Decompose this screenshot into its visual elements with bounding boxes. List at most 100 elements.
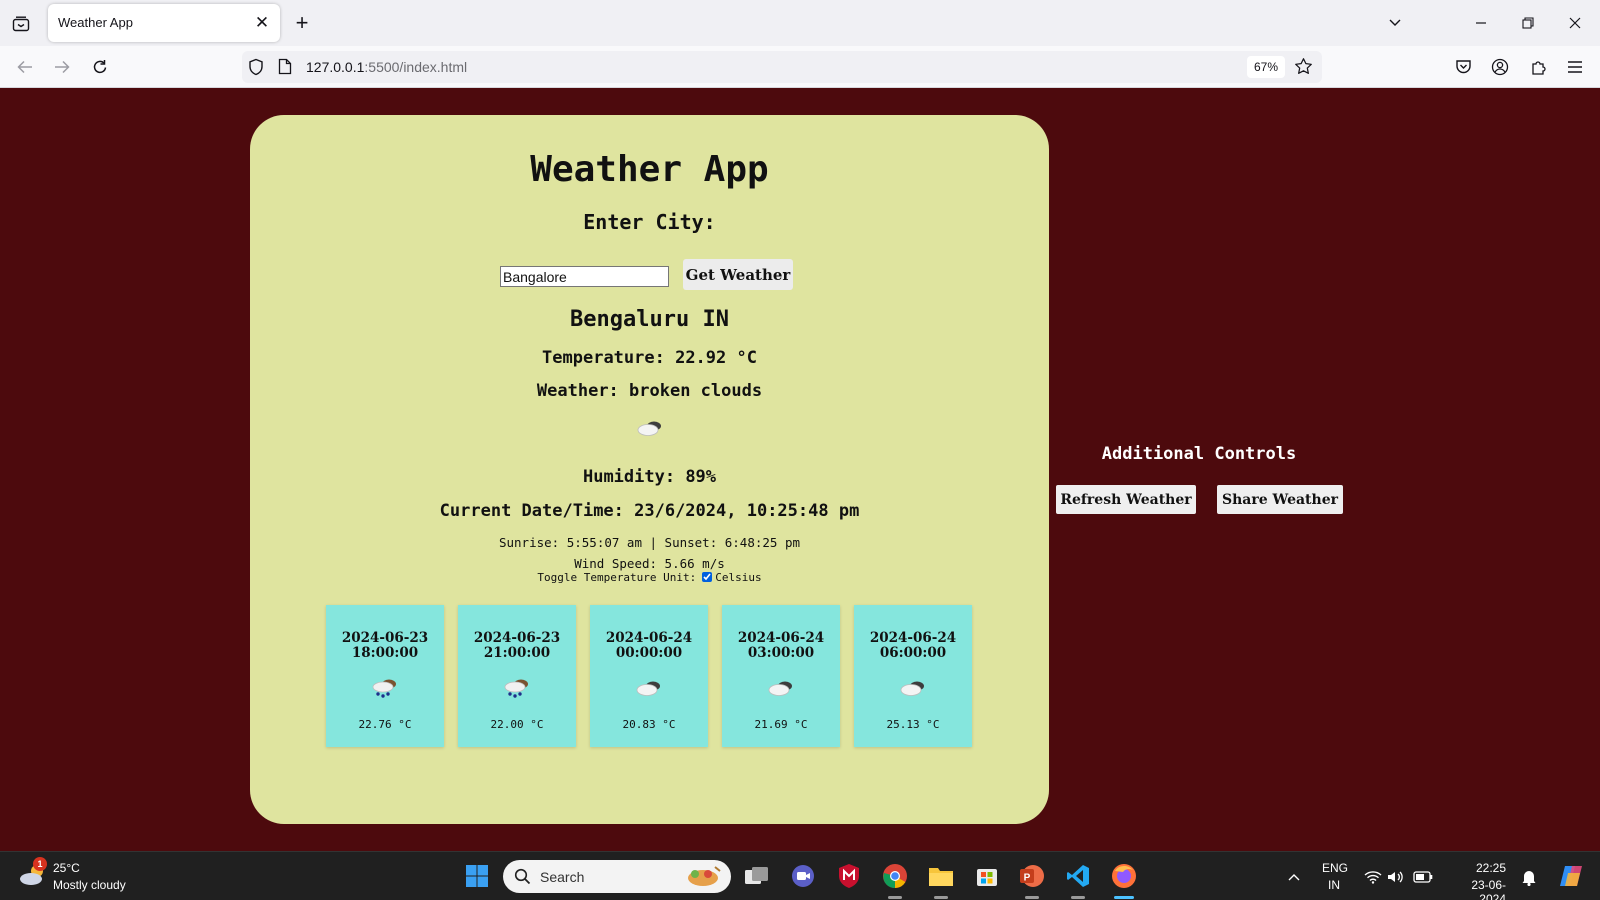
additional-controls-title: Additional Controls: [1101, 444, 1297, 464]
forecast-card: 2024-06-23 21:00:00 22.00 °C: [458, 605, 576, 747]
forecast-card: 2024-06-24 00:00:00 20.83 °C: [590, 605, 708, 747]
forecast-date: 2024-06-24: [737, 630, 825, 646]
forecast-time: 21:00:00: [483, 645, 551, 661]
volume-icon[interactable]: [1386, 867, 1406, 887]
search-icon: [514, 868, 531, 890]
tab-overflow-icon[interactable]: [1380, 8, 1410, 38]
notification-bell-icon[interactable]: [1519, 867, 1539, 887]
get-weather-button[interactable]: Get Weather: [683, 259, 793, 290]
forecast-card: 2024-06-24 03:00:00 21.69 °C: [722, 605, 840, 747]
weather-widget-condition[interactable]: Mostly cloudy: [53, 878, 126, 892]
forecast-list: 2024-06-23 18:00:00 22.76 °C 2024-06-23 21…: [326, 605, 976, 747]
enter-city-label: Enter City:: [583, 210, 716, 234]
humidity-text: Humidity: 89%: [582, 467, 717, 487]
reload-icon[interactable]: [86, 53, 114, 81]
chrome-running-indicator: [888, 896, 902, 899]
forecast-card: 2024-06-23 18:00:00 22.76 °C: [326, 605, 444, 747]
vscode-icon[interactable]: [1063, 861, 1093, 891]
chrome-icon[interactable]: [880, 861, 910, 891]
powerpoint-running-indicator: [1025, 896, 1039, 899]
search-placeholder: Search: [540, 869, 585, 885]
mcafee-icon[interactable]: [834, 861, 864, 891]
weather-alert-badge: 1: [33, 857, 47, 871]
browser-nav-bar: 127.0.0.1:5500/index.html 67%: [0, 46, 1600, 88]
forecast-datetime: 2024-06-23 21:00:00: [458, 631, 576, 661]
account-icon[interactable]: [1486, 53, 1514, 81]
unit-toggle-label: Toggle Temperature Unit:: [537, 571, 697, 584]
firefox-icon[interactable]: [1109, 861, 1139, 891]
forecast-temp: 22.00 °C: [490, 718, 544, 731]
wifi-icon[interactable]: [1363, 867, 1383, 887]
temperature-text: Temperature: 22.92 °C: [542, 348, 757, 368]
chevron-up-icon[interactable]: [1284, 867, 1304, 887]
shield-icon[interactable]: [248, 58, 266, 76]
refresh-weather-button[interactable]: Refresh Weather: [1056, 485, 1196, 514]
sunrise-sunset: Sunrise: 5:55:07 am | Sunset: 6:48:25 pm: [498, 535, 801, 550]
app-title: Weather App: [530, 149, 769, 190]
url-path: :5500/index.html: [364, 59, 468, 75]
weather-card: Weather App Enter City: Get Weather Beng…: [250, 115, 1049, 824]
city-input[interactable]: [500, 266, 669, 287]
task-view-icon[interactable]: [742, 861, 772, 891]
forecast-temp: 21.69 °C: [754, 718, 808, 731]
taskbar-search[interactable]: Search: [503, 860, 731, 893]
restore-icon[interactable]: [1513, 8, 1543, 38]
unit-toggle: Toggle Temperature Unit: Celsius: [250, 571, 1049, 584]
broken-clouds-icon: [634, 677, 664, 699]
forecast-datetime: 2024-06-23 18:00:00: [326, 631, 444, 661]
rain-cloud-icon: [502, 677, 532, 699]
minimize-icon[interactable]: [1466, 8, 1496, 38]
weather-widget-temp[interactable]: 25°C: [53, 861, 80, 875]
teams-chat-icon[interactable]: [788, 861, 818, 891]
extensions-icon[interactable]: [1524, 53, 1552, 81]
page-info-icon[interactable]: [278, 58, 294, 76]
current-datetime: Current Date/Time: 23/6/2024, 10:25:48 p…: [439, 501, 860, 521]
forecast-temp: 25.13 °C: [886, 718, 940, 731]
powerpoint-icon[interactable]: P: [1017, 861, 1047, 891]
microsoft-store-icon[interactable]: [972, 861, 1002, 891]
broken-clouds-icon: [635, 417, 665, 439]
forecast-temp: 22.76 °C: [358, 718, 412, 731]
forecast-datetime: 2024-06-24 06:00:00: [854, 631, 972, 661]
close-window-icon[interactable]: [1560, 8, 1590, 38]
forecast-date: 2024-06-23: [341, 630, 429, 646]
browser-tab-active[interactable]: Weather App ✕: [48, 4, 280, 42]
city-name: Bengaluru IN: [570, 307, 729, 332]
wind-speed: Wind Speed: 5.66 m/s: [574, 556, 725, 571]
address-bar[interactable]: 127.0.0.1:5500/index.html 67%: [242, 51, 1322, 83]
windows-start-icon[interactable]: [462, 861, 492, 891]
language-region[interactable]: IN: [1328, 878, 1340, 892]
close-tab-icon[interactable]: ✕: [252, 13, 272, 33]
zoom-level-badge[interactable]: 67%: [1247, 56, 1285, 78]
new-tab-button[interactable]: +: [289, 10, 315, 36]
menu-icon[interactable]: [1561, 53, 1589, 81]
weather-description: Weather: broken clouds: [536, 381, 763, 401]
windows-taskbar: 1 25°C Mostly cloudy Search P ENG IN 22:…: [0, 851, 1600, 900]
taskbar-time[interactable]: 22:25: [1446, 861, 1506, 875]
forecast-time: 06:00:00: [879, 645, 947, 661]
pocket-icon[interactable]: [1449, 53, 1477, 81]
battery-icon[interactable]: [1413, 867, 1433, 887]
share-weather-button[interactable]: Share Weather: [1217, 485, 1343, 514]
unit-toggle-checkbox[interactable]: [702, 572, 713, 582]
url-text[interactable]: 127.0.0.1:5500/index.html: [306, 59, 467, 75]
forecast-date: 2024-06-23: [473, 630, 561, 646]
forecast-card: 2024-06-24 06:00:00 25.13 °C: [854, 605, 972, 747]
file-explorer-icon[interactable]: [926, 861, 956, 891]
tab-title: Weather App: [58, 15, 133, 30]
forecast-time: 00:00:00: [615, 645, 683, 661]
taskbar-date[interactable]: 23-06-2024: [1446, 878, 1506, 900]
unit-toggle-value: Celsius: [715, 571, 762, 584]
svg-text:P: P: [1024, 873, 1031, 884]
language-indicator[interactable]: ENG: [1322, 861, 1348, 875]
vscode-running-indicator: [1071, 896, 1085, 899]
url-host: 127.0.0.1: [306, 59, 365, 75]
broken-clouds-icon: [898, 677, 928, 699]
tab-list-icon[interactable]: [8, 11, 34, 37]
bookmark-star-icon[interactable]: [1294, 57, 1314, 77]
back-icon[interactable]: [11, 53, 39, 81]
forecast-date: 2024-06-24: [605, 630, 693, 646]
broken-clouds-icon: [766, 677, 796, 699]
forward-icon[interactable]: [48, 53, 76, 81]
copilot-icon[interactable]: [1556, 862, 1586, 890]
